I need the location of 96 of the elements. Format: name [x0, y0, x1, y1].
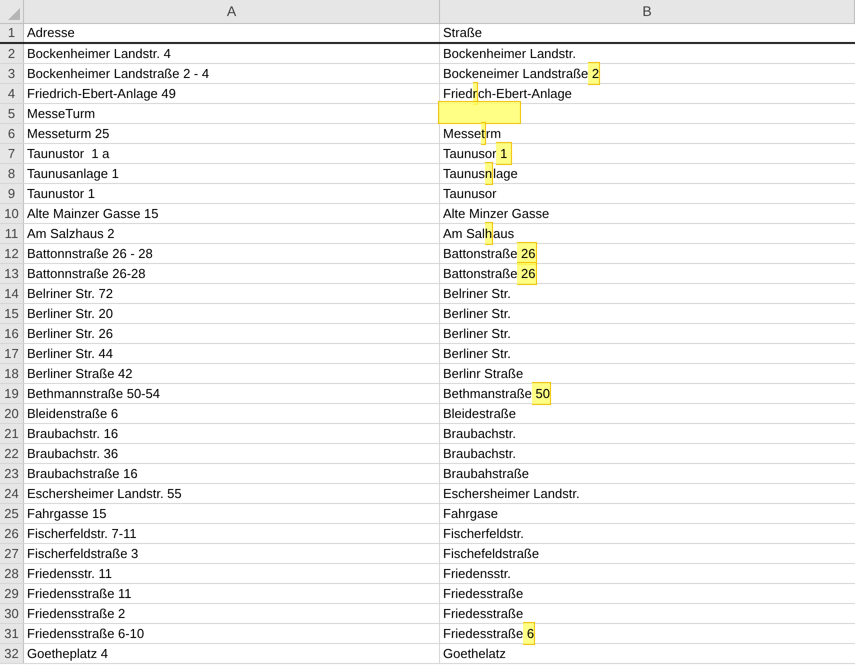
- row-header[interactable]: 22: [0, 444, 24, 463]
- triangle-icon: [8, 8, 20, 20]
- row-header[interactable]: 2: [0, 44, 24, 63]
- table-cell-text: Fahrgase: [443, 504, 498, 523]
- table-cell-text: Alte Mainzer Gasse 15: [27, 204, 159, 223]
- table-cell-text: Braubahstraße: [443, 464, 529, 483]
- table-cell-text: Taunustor 1: [27, 184, 95, 203]
- table-cell: Bethmanstraße 50: [443, 384, 551, 404]
- row-header[interactable]: 26: [0, 524, 24, 543]
- row-header[interactable]: 3: [0, 64, 24, 83]
- row-header[interactable]: 31: [0, 624, 24, 643]
- row-header[interactable]: 17: [0, 344, 24, 363]
- table-cell-text: Friedensstraße 2: [27, 604, 126, 623]
- row-header[interactable]: 13: [0, 264, 24, 283]
- column-header[interactable]: A: [24, 0, 440, 23]
- row-header[interactable]: 9: [0, 184, 24, 203]
- table-cell-text: Fischerfeldstr.: [443, 524, 524, 543]
- table-cell-text: Eschersheimer Landstr. 55: [27, 484, 182, 503]
- table-cell-text: Battonnstraße 26 - 28: [27, 244, 153, 263]
- table-cell-text: Fischerfeldstraße 3: [27, 544, 138, 563]
- column-header[interactable]: B: [440, 0, 855, 23]
- row-header[interactable]: 24: [0, 484, 24, 503]
- table-cell-text: Berliner Str. 26: [27, 324, 113, 343]
- table-cell-text: Adresse: [27, 24, 75, 42]
- table-cell-text: Friedensstraße 11: [27, 584, 132, 603]
- row-header[interactable]: 8: [0, 164, 24, 183]
- table-cell-text: Belriner Str. 72: [27, 284, 113, 303]
- row-header[interactable]: 15: [0, 304, 24, 323]
- row-header[interactable]: 30: [0, 604, 24, 623]
- table-cell-text: Berliner Str.: [443, 324, 511, 343]
- row-header[interactable]: 29: [0, 584, 24, 603]
- table-cell-text: Messeturm 25: [27, 124, 110, 143]
- row-header[interactable]: 14: [0, 284, 24, 303]
- table-cell-text: Bockenheimer Landstraße 2 - 4: [27, 64, 210, 83]
- table-cell: Taunusor 1: [443, 144, 512, 164]
- table-cell-text: Goethelatz: [443, 644, 506, 663]
- table-cell-text: Belriner Str.: [443, 284, 511, 303]
- table-cell-text: Alte Minzer Gasse: [443, 204, 550, 223]
- table-cell-text: Eschersheimer Landstr.: [443, 484, 580, 503]
- row-header[interactable]: 27: [0, 544, 24, 563]
- row-header[interactable]: 23: [0, 464, 24, 483]
- table-cell-text: Friedensstr. 11: [27, 564, 112, 583]
- table-cell-text: Taunusanlage 1: [27, 164, 119, 183]
- table-cell-text: Bethmannstraße 50-54: [27, 384, 160, 403]
- row-header[interactable]: 21: [0, 424, 24, 443]
- row-header[interactable]: 4: [0, 84, 24, 103]
- table-cell: Bockeneimer Landstraße 2: [443, 64, 600, 84]
- row-header[interactable]: 18: [0, 364, 24, 383]
- table-cell-text: Friedesstraße: [443, 584, 524, 603]
- table-cell: Battonstraße 26: [443, 264, 537, 284]
- table-cell-text: Straße: [443, 24, 482, 42]
- table-cell-text: Bleidestraße: [443, 404, 516, 423]
- table-cell-text: MesseTurm: [27, 104, 96, 123]
- table-cell-text: Taunusor: [443, 184, 496, 203]
- table-cell-text: Fahrgasse 15: [27, 504, 106, 523]
- table-cell-text: Bockenheimer Landstr.: [443, 44, 576, 63]
- table-cell-text: Braubachstr.: [443, 444, 516, 463]
- table-cell-text: Berliner Str.: [443, 344, 511, 363]
- table-cell-text: Friedesstraße: [443, 604, 524, 623]
- table-cell-text: Friedrich-Ebert-Anlage 49: [27, 84, 176, 103]
- row-header[interactable]: 6: [0, 124, 24, 143]
- row-header[interactable]: 25: [0, 504, 24, 523]
- table-cell-text: Fischerfeldstr. 7-11: [27, 524, 137, 543]
- table-cell-text: Battonnstraße 26-28: [27, 264, 146, 283]
- table-cell-text: Berliner Str. 44: [27, 344, 113, 363]
- table-cell-text: Friedensstr.: [443, 564, 511, 583]
- table-cell-text: Braubachstr. 16: [27, 424, 118, 443]
- table-cell: Am Salhaus: [443, 224, 514, 244]
- table-cell-text: Berliner Str. 20: [27, 304, 113, 323]
- table-cell: Taunusnlage: [443, 164, 518, 184]
- table-cell-text: Goetheplatz 4: [27, 644, 108, 663]
- table-cell: Friedesstraße 6: [443, 624, 536, 644]
- table-cell-text: Berliner Str.: [443, 304, 511, 323]
- table-cell-text: Fischefeldstraße: [443, 544, 540, 563]
- row-header[interactable]: 11: [0, 224, 24, 243]
- row-header[interactable]: 32: [0, 644, 24, 663]
- table-cell-text: Berlinr Straße: [443, 364, 524, 383]
- table-cell-text: Berliner Straße 42: [27, 364, 132, 383]
- table-cell-text: Braubachstraße 16: [27, 464, 138, 483]
- row-header[interactable]: 10: [0, 204, 24, 223]
- table-cell: Messetrm: [443, 124, 502, 144]
- table-cell-text: Braubachstr.: [443, 424, 516, 443]
- row-header[interactable]: 20: [0, 404, 24, 423]
- row-header[interactable]: 19: [0, 384, 24, 403]
- row-header[interactable]: 16: [0, 324, 24, 343]
- table-cell-text: Bockenheimer Landstr. 4: [27, 44, 171, 63]
- table-cell-text: Am Salzhaus 2: [27, 224, 114, 243]
- row-header[interactable]: 28: [0, 564, 24, 583]
- row-header[interactable]: 12: [0, 244, 24, 263]
- table-cell-text: Bleidenstraße 6: [27, 404, 118, 423]
- table-cell-text: Friedensstraße 6-10: [27, 624, 144, 643]
- table-cell-text: Braubachstr. 36: [27, 444, 118, 463]
- table-cell-text: Taunustor 1 a: [27, 144, 110, 163]
- row-header[interactable]: 7: [0, 144, 24, 163]
- row-header[interactable]: 5: [0, 104, 24, 123]
- row-header[interactable]: 1: [0, 24, 24, 42]
